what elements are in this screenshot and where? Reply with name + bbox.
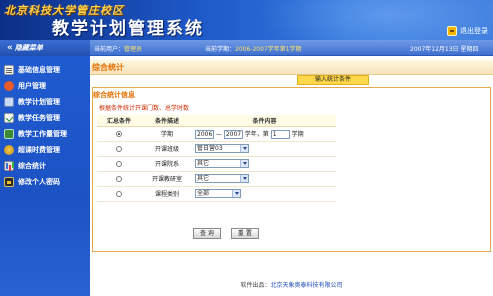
chevron-down-icon bbox=[232, 190, 240, 197]
footer-company: 北京天象奥泰科技有限公司 bbox=[270, 282, 343, 289]
sidebar-item-users[interactable]: 用户管理 bbox=[0, 78, 90, 94]
current-user: 当前用户：管理员 bbox=[94, 46, 143, 53]
sidebar-item-label: 超课时费管理 bbox=[18, 146, 60, 154]
sidebar-item-label: 教学工作量管理 bbox=[18, 130, 67, 138]
table-row: 学期 2006 — 2007 学年，第 1 学期 bbox=[97, 126, 336, 142]
course-type-select-value: 全部 bbox=[197, 190, 210, 197]
logout-icon bbox=[447, 26, 457, 36]
workload-icon bbox=[4, 129, 14, 139]
plan-icon bbox=[4, 97, 14, 107]
sidebar-item-overtime-fee[interactable]: 超课时费管理 bbox=[0, 142, 90, 158]
radio-department[interactable] bbox=[116, 160, 122, 167]
row-label: 开课教研室 bbox=[141, 171, 193, 187]
row-label: 开课院系 bbox=[141, 156, 193, 172]
teaching-office-select-value: 其它 bbox=[197, 175, 210, 182]
reset-button[interactable]: 重 置 bbox=[230, 228, 259, 239]
start-year-input[interactable]: 2006 bbox=[195, 129, 214, 139]
teaching-office-select[interactable]: 其它 bbox=[195, 174, 249, 183]
document-list-icon bbox=[4, 65, 14, 75]
row-label: 课程类别 bbox=[141, 186, 193, 202]
class-select-value: 管日营03 bbox=[197, 145, 223, 152]
task-check-icon bbox=[4, 113, 14, 123]
term-number-input[interactable]: 1 bbox=[270, 129, 290, 139]
page-title: 综合统计 bbox=[92, 63, 124, 72]
current-term: 当前学期：2006-2007学年第1学期 bbox=[205, 46, 302, 53]
tab-input-conditions[interactable]: 输入统计条件 bbox=[297, 75, 369, 85]
info-bar: « 隐藏菜单 当前用户：管理员 当前学期：2006-2007学年第1学期 200… bbox=[0, 40, 493, 56]
bar-chart-icon bbox=[4, 161, 14, 171]
sidebar-item-basic-info[interactable]: 基础信息管理 bbox=[0, 62, 90, 78]
sidebar-item-label: 修改个人密码 bbox=[18, 178, 60, 186]
sidebar-item-statistics[interactable]: 综合统计 bbox=[0, 158, 90, 174]
dash: — bbox=[215, 130, 222, 138]
sidebar-item-change-password[interactable]: 修改个人密码 bbox=[0, 174, 90, 190]
hint-text: 根据条件统计开课门数、总学时数 bbox=[99, 105, 190, 112]
current-term-value: 2006-2007学年第1学期 bbox=[235, 46, 302, 53]
table-row: 开课班级 管日营03 bbox=[97, 141, 336, 157]
sidebar-item-label: 教学任务管理 bbox=[18, 114, 60, 122]
sidebar-item-label: 基础信息管理 bbox=[18, 66, 60, 74]
department-select[interactable]: 其它 bbox=[195, 159, 249, 168]
section-title: 综合统计信息 bbox=[93, 91, 135, 99]
class-select[interactable]: 管日营03 bbox=[195, 144, 249, 153]
footer-label: 软件出品： bbox=[240, 282, 271, 289]
sidebar-item-label: 综合统计 bbox=[18, 162, 46, 170]
statistics-panel: 综合统计信息 根据条件统计开课门数、总学时数 汇总条件 条件描述 条件内容 学期… bbox=[92, 87, 491, 252]
radio-class[interactable] bbox=[116, 145, 122, 152]
column-header: 条件描述 bbox=[141, 115, 193, 127]
chevron-down-icon bbox=[240, 175, 248, 182]
query-button[interactable]: 查 询 bbox=[193, 228, 221, 239]
course-type-select[interactable]: 全部 bbox=[195, 189, 241, 198]
hide-menu-label: 隐藏菜单 bbox=[14, 44, 43, 52]
chevron-down-icon bbox=[240, 145, 248, 152]
page-title-bar: 综合统计 bbox=[90, 60, 493, 75]
password-icon bbox=[4, 177, 14, 187]
table-row: 开课院系 其它 bbox=[97, 156, 336, 172]
coin-icon bbox=[4, 145, 14, 155]
radio-term[interactable] bbox=[116, 130, 122, 137]
radio-teaching-office[interactable] bbox=[116, 175, 122, 182]
sidebar-item-teaching-plan[interactable]: 教学计划管理 bbox=[0, 94, 90, 110]
row-label: 学期 bbox=[141, 126, 193, 142]
logout-label: 退出登录 bbox=[460, 27, 488, 35]
year-suffix: 学年，第 bbox=[244, 130, 269, 138]
sidebar-item-label: 教学计划管理 bbox=[18, 98, 60, 106]
system-title: 教学计划管理系统 bbox=[52, 19, 204, 39]
chevron-down-icon bbox=[240, 160, 248, 167]
double-chevron-left-icon: « bbox=[7, 43, 13, 53]
logout-button[interactable]: 退出登录 bbox=[447, 26, 488, 36]
department-select-value: 其它 bbox=[197, 160, 210, 167]
condition-table: 汇总条件 条件描述 条件内容 学期 2006 — 2007 学年，第 1 学期 … bbox=[97, 115, 336, 202]
action-buttons: 查 询 重 置 bbox=[193, 228, 259, 239]
table-row: 课程类别 全部 bbox=[97, 186, 336, 202]
row-label: 开课班级 bbox=[141, 141, 193, 157]
table-header-row: 汇总条件 条件描述 条件内容 bbox=[97, 115, 336, 127]
table-row: 开课教研室 其它 bbox=[97, 171, 336, 187]
sidebar-item-workload[interactable]: 教学工作量管理 bbox=[0, 126, 90, 142]
footer: 软件出品：北京天象奥泰科技有限公司 bbox=[90, 280, 493, 289]
sidebar-item-label: 用户管理 bbox=[18, 82, 46, 90]
current-date: 2007年12月13日 星期四 bbox=[410, 46, 479, 53]
radio-course-type[interactable] bbox=[116, 190, 122, 197]
sidebar-item-teaching-task[interactable]: 教学任务管理 bbox=[0, 110, 90, 126]
app-header: 北京科技大学管庄校区 教学计划管理系统 退出登录 bbox=[0, 0, 493, 40]
hide-menu-button[interactable]: « 隐藏菜单 bbox=[0, 40, 90, 56]
column-header: 条件内容 bbox=[193, 115, 336, 127]
main-content: 综合统计 输入统计条件 综合统计信息 根据条件统计开课门数、总学时数 汇总条件 … bbox=[90, 56, 493, 296]
end-year-input[interactable]: 2007 bbox=[223, 129, 243, 139]
sidebar-menu: 基础信息管理 用户管理 教学计划管理 教学任务管理 教学工作量管理 超课时费管理… bbox=[0, 56, 90, 296]
column-header: 汇总条件 bbox=[97, 115, 141, 127]
current-user-value: 管理员 bbox=[124, 46, 143, 53]
user-icon bbox=[4, 81, 14, 91]
term-suffix: 学期 bbox=[291, 130, 304, 138]
